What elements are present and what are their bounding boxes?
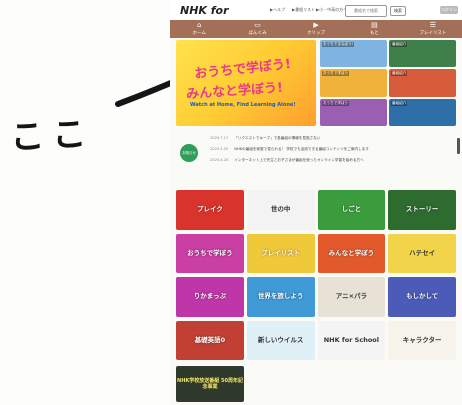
program-tile[interactable]: しごと <box>317 190 386 230</box>
hero-banner[interactable]: おうちで学ぼう! みんなと学ぼう! Watch at Home, Find Le… <box>176 40 316 126</box>
tile-label: しごと <box>341 205 362 214</box>
program-tile[interactable]: 基礎英語0 <box>176 320 244 360</box>
screenshot-page: NHK for ▶ヘルプ ▶番組リスト ▶小・中高の方へ 番組名で検索 検索 ロ… <box>170 0 462 405</box>
program-tile[interactable]: アニ×パラ <box>317 277 386 317</box>
program-tile[interactable]: 世界を旅しよう <box>246 277 315 317</box>
notice-text: NHKの番組を家庭で見られる！ 学校でも活用できる番組コンテンツをご案内します <box>234 147 369 151</box>
nav-label: クリップ <box>307 31 326 36</box>
notice-item[interactable]: 2020.4.20 インターネット上で先生とお子さまが番組を使ったオンライン学習を… <box>210 158 364 163</box>
handwritten-koko: ここ <box>9 113 96 159</box>
tile-label: 新しいウイルス <box>257 335 304 344</box>
school-link[interactable]: ▶小・中高の方へ <box>316 7 347 13</box>
search-button[interactable]: 検索 <box>390 6 406 16</box>
tile-label: キャラクター <box>402 335 442 344</box>
notice-section: お知らせ 2020.7.17 「リクエストでキープ」で各番組の情報を見逃さない 2… <box>176 132 456 172</box>
notice-date: 2020.4.20 <box>210 158 229 162</box>
notice-text: インターネット上で先生とお子さまが番組を使ったオンライン学習を始める方へ <box>234 158 364 162</box>
nav-home[interactable]: ⌂ ホーム <box>170 20 228 38</box>
tile-label: NHK for School <box>323 335 379 344</box>
tv-icon: ▭ <box>254 21 261 29</box>
program-tile[interactable]: 新しいウイルス <box>246 320 315 360</box>
program-tile[interactable]: みんなと学ぼう <box>317 233 386 273</box>
tile-label: 世の中 <box>270 205 291 214</box>
nav-moto[interactable]: ▤ もと <box>345 20 403 38</box>
tile-label: おうちで学ぼう <box>187 248 233 257</box>
news-badge: お知らせ <box>180 144 198 162</box>
program-tile-anniversary[interactable]: NHK学校放送番組 50周年記念事業 <box>176 366 244 402</box>
program-tile[interactable]: プレイリスト <box>246 233 315 273</box>
hero-thumb[interactable]: 番組紹介 <box>389 40 456 68</box>
tile-label: りかまっぷ <box>193 292 226 301</box>
nav-label: ホーム <box>192 31 206 36</box>
thumb-label: おうちで学ぼう <box>322 100 350 106</box>
hero-thumb[interactable]: 番組紹介 <box>389 69 456 97</box>
nav-label: ばんぐみ <box>248 31 267 36</box>
search-input[interactable]: 番組名で検索 <box>345 5 387 17</box>
notice-item[interactable]: 2020.4.20 NHKの番組を家庭で見られる！ 学校でも活用できる番組コンテン… <box>210 147 369 152</box>
playlist-icon: ☰ <box>429 21 436 29</box>
hero-thumb[interactable]: おうちで学ぼう <box>320 69 387 97</box>
tile-label: ハテセイ <box>409 248 436 257</box>
nhk-logo[interactable]: NHK for <box>180 4 229 17</box>
nav-label: もと <box>369 31 379 36</box>
program-tile[interactable]: おうちで学ぼう <box>176 233 244 273</box>
program-tile[interactable]: ストーリー <box>388 190 456 230</box>
tile-label: もしかして <box>405 292 439 301</box>
clip-icon: ▶ <box>313 21 319 29</box>
program-tile[interactable]: プレイク <box>176 190 244 230</box>
tile-label: プレイリスト <box>261 248 301 257</box>
program-tile[interactable]: ハテセイ <box>388 233 456 273</box>
thumb-label: 番組紹介 <box>391 71 408 77</box>
login-button[interactable]: ログイン <box>440 6 458 14</box>
notice-text: 「リクエストでキープ」で各番組の情報を見逃さない <box>234 136 321 140</box>
help-link[interactable]: ▶ヘルプ <box>270 7 285 13</box>
hero-thumbnails: おうちでまなぼう! 番組紹介 おうちで学ぼう 番組紹介 おうちで学ぼう 番組紹介 <box>320 40 456 126</box>
book-icon: ▤ <box>371 21 378 29</box>
notice-date: 2020.7.17 <box>210 136 229 140</box>
program-tile[interactable]: NHK for School <box>317 320 386 360</box>
nav-clip[interactable]: ▶ クリップ <box>287 20 345 38</box>
hero-thumb[interactable]: 番組紹介 <box>389 98 456 126</box>
program-list-link[interactable]: ▶番組リスト <box>292 7 315 13</box>
tile-label: 世界を旅しよう <box>257 292 304 301</box>
program-grid: プレイク 世の中 しごと ストーリーおうちで学ぼう プレイリスト みんなと学ぼう ハテセイり… <box>176 190 456 360</box>
tile-label: アニ×パラ <box>335 292 368 301</box>
tile-label: プレイク <box>196 205 223 214</box>
notice-date: 2020.4.20 <box>210 147 229 151</box>
hero-section: おうちで学ぼう! みんなと学ぼう! Watch at Home, Find Le… <box>176 38 456 130</box>
nav-playlist[interactable]: ☰ プレイリスト <box>404 20 462 38</box>
home-icon: ⌂ <box>196 21 202 29</box>
program-tile[interactable]: キャラクター <box>388 320 456 360</box>
hero-thumb[interactable]: おうちでまなぼう! <box>320 40 387 68</box>
hero-thumb[interactable]: おうちで学ぼう <box>320 98 387 126</box>
tile-label: みんなと学ぼう <box>328 248 375 257</box>
nav-bangumi[interactable]: ▭ ばんぐみ <box>228 20 286 38</box>
hero-subtitle: Watch at Home, Find Learning Alone! <box>190 102 296 108</box>
tile-label: 基礎英語0 <box>194 335 226 344</box>
tile-label: NHK学校放送番組 50周年記念事業 <box>177 378 243 390</box>
program-tile[interactable]: もしかして <box>388 277 456 317</box>
program-tile[interactable]: りかまっぷ <box>176 277 244 317</box>
thumb-label: おうちでまなぼう! <box>322 42 355 47</box>
scrollbar[interactable] <box>457 138 460 154</box>
main-nav: ⌂ ホーム ▭ ばんぐみ ▶ クリップ ▤ もと ☰ プレイリスト <box>170 20 462 38</box>
thumb-label: 番組紹介 <box>391 100 408 106</box>
notice-item[interactable]: 2020.7.17 「リクエストでキープ」で各番組の情報を見逃さない <box>210 136 320 141</box>
tile-label: ストーリー <box>405 205 439 214</box>
thumb-label: おうちで学ぼう <box>322 71 350 77</box>
top-bar: NHK for ▶ヘルプ ▶番組リスト ▶小・中高の方へ 番組名で検索 検索 ロ… <box>170 0 462 20</box>
program-tile[interactable]: 世の中 <box>246 190 315 230</box>
thumb-label: 番組紹介 <box>391 42 408 47</box>
nav-label: プレイリスト <box>419 31 447 36</box>
